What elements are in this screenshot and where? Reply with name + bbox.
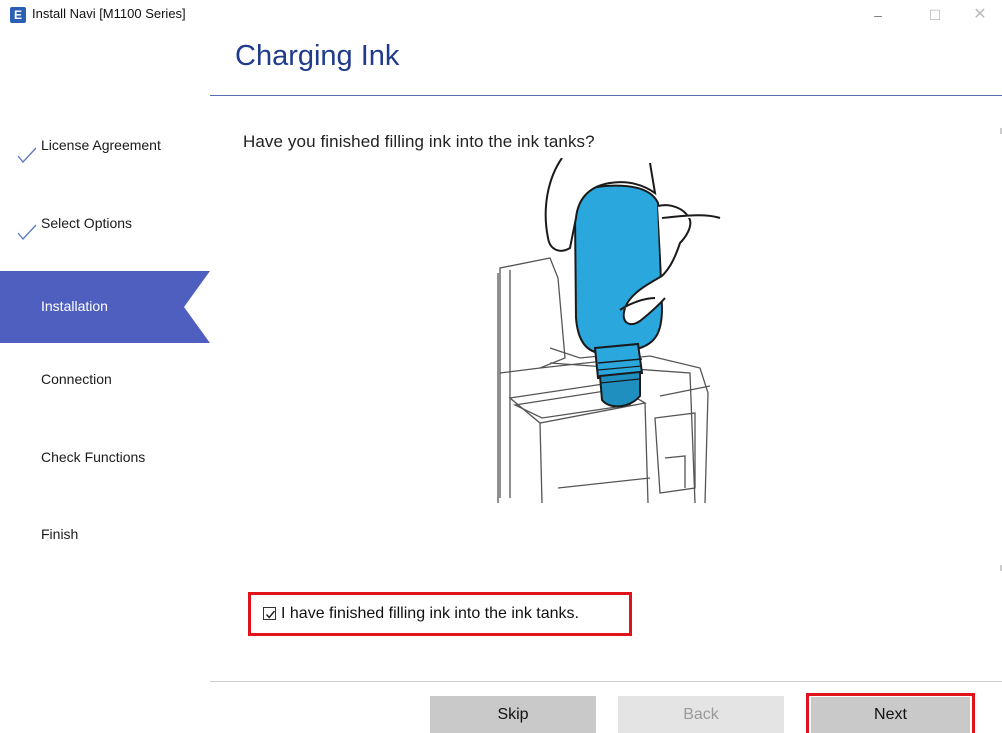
checkmark-icon [17,224,37,240]
close-button[interactable]: ✕ [960,2,1000,28]
checkmark-icon [17,147,37,163]
scrollbar[interactable] [996,120,1002,600]
sidebar-item-installation: Installation [0,271,210,343]
footer-divider [210,681,1002,682]
sidebar-item-label: Check Functions [41,449,146,465]
sidebar-item-label: License Agreement [41,137,161,153]
window-title: Install Navi [M1100 Series] [32,6,186,21]
header-divider [210,95,1002,96]
sidebar-item-select-options: Select Options [0,186,210,258]
skip-button[interactable]: Skip [430,696,596,733]
minimize-button[interactable]: – [858,2,898,28]
back-button[interactable]: Back [618,696,784,733]
ink-bottle-illustration [497,158,721,504]
title-bar: E Install Navi [M1100 Series] – ☐ ✕ [0,0,1002,30]
confirm-highlight: I have finished filling ink into the ink… [248,592,632,636]
sidebar-item-license-agreement: License Agreement [0,109,210,181]
sidebar-item-label: Select Options [41,215,133,231]
sidebar-item-connection: Connection [0,346,210,418]
maximize-button[interactable]: ☐ [915,2,955,28]
active-step-notch [184,271,210,343]
checkbox-check-icon [265,610,276,619]
sidebar-steps: License Agreement Select Options Install… [0,96,210,696]
instruction-question: Have you finished filling ink into the i… [243,132,595,151]
sidebar-item-label: Finish [41,526,79,542]
confirm-checkbox-label[interactable]: I have finished filling ink into the ink… [281,605,579,623]
page-title: Charging Ink [235,40,400,72]
sidebar-item-label: Installation [41,298,108,314]
app-icon: E [10,7,26,23]
sidebar-item-check-functions: Check Functions [0,424,210,496]
sidebar-item-label: Connection [41,371,112,387]
confirm-checkbox[interactable] [263,607,276,620]
next-button[interactable]: Next [811,697,970,733]
sidebar-item-finish: Finish [0,502,210,574]
